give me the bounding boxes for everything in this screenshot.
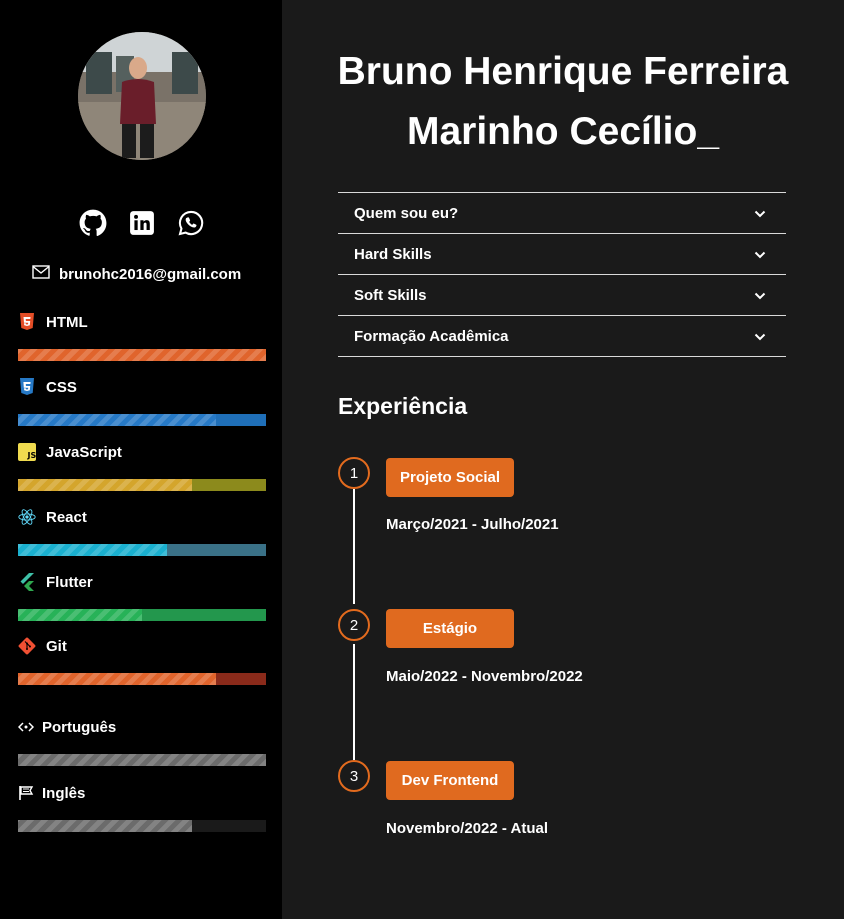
skill-bar-fill: [18, 544, 167, 556]
skill-bar: [18, 414, 266, 426]
skill-label: JavaScript: [46, 443, 122, 461]
git-icon: [18, 637, 36, 655]
eye-code-icon: [18, 718, 34, 736]
skill-bar: [18, 544, 266, 556]
timeline-step-number: 2: [338, 609, 370, 641]
skill-flutter: Flutter: [18, 572, 266, 621]
accordion-label: Hard Skills: [354, 245, 432, 263]
skill-label: CSS: [46, 378, 77, 396]
skill-javascript: JS JavaScript: [18, 442, 266, 491]
experience-button-estagio[interactable]: Estágio: [386, 609, 514, 648]
skill-git: Git: [18, 636, 266, 685]
email-contact[interactable]: brunohc2016@gmail.com: [32, 265, 241, 283]
language-bar: [18, 754, 266, 766]
timeline-step-number: 1: [338, 457, 370, 489]
whatsapp-icon[interactable]: [176, 208, 206, 238]
accordion-item-formacao-academica[interactable]: Formação Acadêmica: [338, 316, 786, 357]
name-line-1: Bruno Henrique Ferreira: [337, 50, 789, 93]
language-label: Português: [42, 718, 117, 736]
flutter-icon: [18, 573, 36, 591]
flag-icon: [18, 784, 34, 802]
accordion-label: Formação Acadêmica: [354, 327, 509, 345]
skill-bar: [18, 609, 266, 621]
css3-icon: [18, 378, 36, 396]
chevron-down-icon: [754, 246, 766, 263]
accordion-item-quem-sou-eu[interactable]: Quem sou eu?: [338, 193, 786, 234]
chevron-down-icon: [754, 287, 766, 304]
language-ingles: Inglês: [18, 783, 266, 832]
react-icon: [18, 508, 36, 526]
svg-text:JS: JS: [27, 451, 37, 460]
language-bar: [18, 820, 266, 832]
email-text: brunohc2016@gmail.com: [59, 265, 242, 283]
github-icon[interactable]: [78, 208, 108, 238]
skill-css: CSS: [18, 377, 266, 426]
javascript-icon: JS: [18, 443, 36, 461]
profile-avatar: [78, 32, 206, 160]
linkedin-icon[interactable]: [127, 208, 157, 238]
skill-bar-fill: [18, 414, 217, 426]
accordion: Quem sou eu? Hard Skills Soft Skills For…: [338, 192, 786, 357]
timeline-line: [353, 489, 355, 604]
skill-bar: [18, 349, 266, 361]
social-links: [78, 208, 206, 238]
language-bar-fill: [18, 820, 192, 832]
sidebar: brunohc2016@gmail.com HTML CSS JS JavaSc…: [0, 0, 282, 919]
skill-label: Git: [46, 637, 67, 655]
skill-bar: [18, 479, 266, 491]
skill-label: Flutter: [46, 573, 93, 591]
skill-bar-fill: [18, 673, 217, 685]
language-portugues: Português: [18, 717, 266, 766]
language-label: Inglês: [42, 784, 86, 802]
skill-bar-fill: [18, 609, 142, 621]
mail-icon: [32, 265, 50, 283]
skill-label: React: [46, 508, 87, 526]
name-line-2: Marinho Cecílio_: [406, 110, 720, 153]
experience-button-dev-frontend[interactable]: Dev Frontend: [386, 761, 514, 800]
chevron-down-icon: [754, 205, 766, 222]
experience-period: Maio/2022 - Novembro/2022: [386, 668, 583, 685]
experience-period: Março/2021 - Julho/2021: [386, 516, 559, 533]
skill-html: HTML: [18, 312, 266, 361]
html5-icon: [18, 313, 36, 331]
accordion-item-soft-skills[interactable]: Soft Skills: [338, 275, 786, 316]
chevron-down-icon: [754, 328, 766, 345]
experience-heading: Experiência: [338, 393, 468, 419]
page-title: Bruno Henrique Ferreira Marinho Cecílio_: [282, 42, 844, 162]
skill-bar-fill: [18, 349, 266, 361]
language-bar-fill: [18, 754, 266, 766]
main-content: Bruno Henrique Ferreira Marinho Cecílio_…: [282, 0, 844, 919]
skill-bar: [18, 673, 266, 685]
experience-period: Novembro/2022 - Atual: [386, 820, 548, 837]
skill-label: HTML: [46, 313, 88, 331]
timeline-line: [353, 644, 355, 760]
skill-bar-fill: [18, 479, 192, 491]
skill-react: React: [18, 507, 266, 556]
accordion-label: Quem sou eu?: [354, 204, 459, 222]
accordion-item-hard-skills[interactable]: Hard Skills: [338, 234, 786, 275]
experience-button-projeto-social[interactable]: Projeto Social: [386, 458, 514, 497]
timeline-step-number: 3: [338, 760, 370, 792]
accordion-label: Soft Skills: [354, 286, 427, 304]
